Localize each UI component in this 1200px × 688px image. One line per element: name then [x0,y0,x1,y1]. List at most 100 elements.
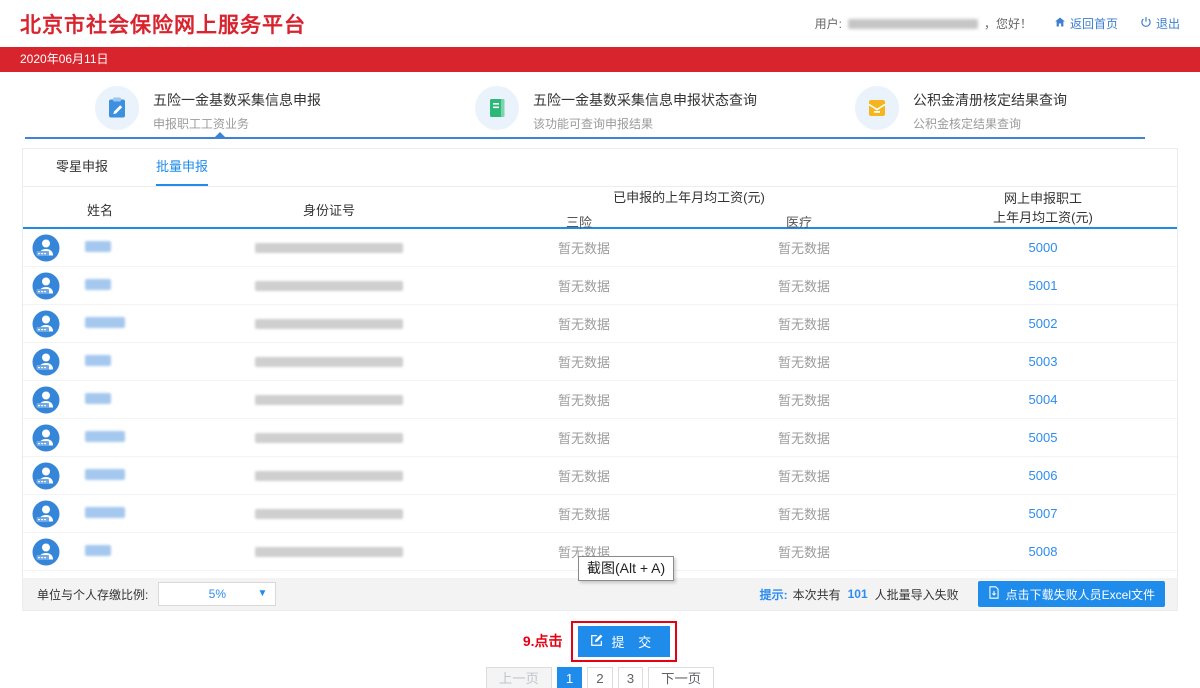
tip-label: 提示: [760,586,788,603]
id-number-redacted [255,433,403,443]
employee-name-redacted[interactable] [85,507,125,518]
online-salary-value: 5002 [909,316,1177,331]
download-failed-excel-button[interactable]: 点击下载失败人员Excel文件 [978,581,1165,607]
id-number-redacted [255,319,403,329]
tab-sporadic-declare[interactable]: 零星申报 [56,149,108,186]
annotation-highlight-box: 提 交 [571,621,678,662]
page-button-1[interactable]: 1 [557,667,582,688]
id-number-redacted [255,243,403,253]
document-icon [475,86,519,130]
module-subtitle: 该功能可查询申报结果 [533,115,757,132]
employee-badge-icon [32,348,60,376]
page-button-2[interactable]: 2 [587,667,612,688]
logout-link[interactable]: 退出 [1140,15,1180,32]
three-insurance-cell: 暂无数据 [469,276,699,295]
tab-batch-declare[interactable]: 批量申报 [156,149,208,186]
employee-name-redacted[interactable] [85,241,111,252]
username-redacted [848,19,978,29]
online-salary-value: 5004 [909,392,1177,407]
col-header-medical: 医疗 [689,212,909,231]
employee-name-redacted[interactable] [85,545,111,556]
logout-link-label: 退出 [1156,15,1180,32]
user-label: 用户: [815,15,842,32]
table-row: 暂无数据 暂无数据 5002 [23,305,1177,343]
module-title: 五险一金基数采集信息申报 [153,90,321,110]
employee-badge-icon [32,462,60,490]
table-row: 暂无数据 暂无数据 5001 [23,267,1177,305]
medical-cell: 暂无数据 [699,542,909,561]
home-icon [1054,16,1066,31]
table-row: 暂无数据 暂无数据 5006 [23,457,1177,495]
envelope-icon [855,86,899,130]
top-header: 北京市社会保险网上服务平台 用户: ，您好！ 返回首页 退出 [0,0,1200,47]
prev-page-button[interactable]: 上一页 [486,667,552,688]
page-button-3[interactable]: 3 [618,667,643,688]
three-insurance-cell: 暂无数据 [469,314,699,333]
module-title: 公积金清册核定结果查询 [913,90,1067,110]
module-subtitle: 申报职工工资业务 [153,115,321,132]
ratio-select[interactable]: 5% ▼ [158,582,276,606]
three-insurance-cell: 暂无数据 [469,238,699,257]
power-icon [1140,16,1152,31]
content-panel: 零星申报 批量申报 姓名 身份证号 已申报的上年月均工资(元) 三险 医疗 网上… [22,148,1178,611]
date-bar: 2020年06月11日 [0,47,1200,72]
three-insurance-cell: 暂无数据 [469,390,699,409]
module-title: 五险一金基数采集信息申报状态查询 [533,90,757,110]
table-footer-bar: 单位与个人存缴比例: 5% ▼ 提示: 本次共有 101 人批量导入失败 点击下… [23,578,1177,610]
home-link-label: 返回首页 [1070,15,1118,32]
greeting-text: ，您好！ [984,15,1032,32]
employee-badge-icon [32,272,60,300]
employee-name-redacted[interactable] [85,393,111,404]
active-module-underline [25,137,1145,139]
tip-text-after: 人批量导入失败 [875,586,959,603]
home-link[interactable]: 返回首页 [1054,15,1118,32]
table-row: 暂无数据 暂无数据 5005 [23,419,1177,457]
online-salary-value: 5007 [909,506,1177,521]
module-nav: 五险一金基数采集信息申报 申报职工工资业务 五险一金基数采集信息申报状态查询 该… [0,72,1200,148]
employee-name-redacted[interactable] [85,317,125,328]
next-page-button[interactable]: 下一页 [648,667,714,688]
online-salary-value: 5000 [909,240,1177,255]
table-body: 暂无数据 暂无数据 5000 暂无数据 暂无数据 5001 [23,229,1177,571]
employee-badge-icon [32,424,60,452]
employee-name-redacted[interactable] [85,431,125,442]
employee-name-redacted[interactable] [85,279,111,290]
submit-button-label: 提 交 [612,632,657,651]
employee-badge-icon [32,386,60,414]
medical-cell: 暂无数据 [699,428,909,447]
file-download-icon [988,586,1000,602]
site-title: 北京市社会保险网上服务平台 [20,9,306,39]
col-header-declared-group: 已申报的上年月均工资(元) [469,187,909,206]
id-number-redacted [255,547,403,557]
medical-cell: 暂无数据 [699,238,909,257]
download-button-label: 点击下载失败人员Excel文件 [1006,586,1155,603]
submit-button[interactable]: 提 交 [578,626,671,657]
id-number-redacted [255,509,403,519]
three-insurance-cell: 暂无数据 [469,504,699,523]
online-salary-value: 5001 [909,278,1177,293]
online-salary-value: 5003 [909,354,1177,369]
id-number-redacted [255,471,403,481]
employee-badge-icon [32,234,60,262]
table-row: 暂无数据 暂无数据 5000 [23,229,1177,267]
medical-cell: 暂无数据 [699,314,909,333]
employee-badge-icon [32,538,60,566]
edit-pencil-icon [590,633,604,650]
tip-fail-count: 101 [846,587,870,601]
medical-cell: 暂无数据 [699,390,909,409]
module-subtitle: 公积金核定结果查询 [913,115,1067,132]
id-number-redacted [255,281,403,291]
col-header-online-salary: 网上申报职工 上年月均工资(元) [909,190,1177,228]
medical-cell: 暂无数据 [699,466,909,485]
medical-cell: 暂无数据 [699,276,909,295]
online-salary-value: 5008 [909,544,1177,559]
employee-name-redacted[interactable] [85,355,111,366]
col-header-name: 姓名 [69,200,189,219]
col-header-id-number: 身份证号 [189,200,469,219]
page: 北京市社会保险网上服务平台 用户: ，您好！ 返回首页 退出 2020年06月1… [0,0,1200,688]
ratio-label: 单位与个人存缴比例: [37,586,148,603]
pagination: 上一页 1 2 3 下一页 [0,667,1200,688]
col-header-three-insurance: 三险 [469,212,689,231]
employee-name-redacted[interactable] [85,469,125,480]
three-insurance-cell: 暂无数据 [469,428,699,447]
